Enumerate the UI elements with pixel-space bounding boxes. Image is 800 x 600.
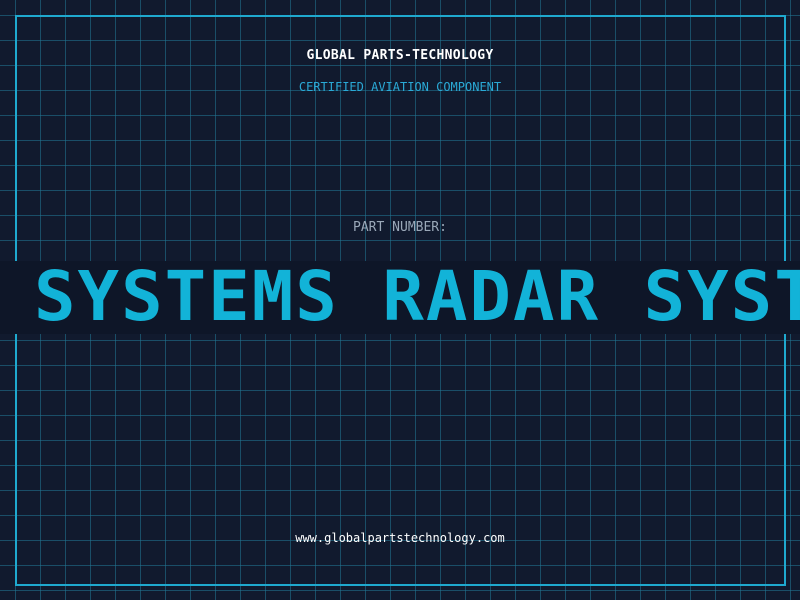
brand-subtitle: CERTIFIED AVIATION COMPONENT <box>298 80 502 94</box>
part-number-ticker: SYSTEMS RADAR SYSTEMS <box>0 261 800 334</box>
part-number-label: PART NUMBER: <box>353 220 447 235</box>
website-url[interactable]: www.globalpartstechnology.com <box>0 531 800 545</box>
brand-title: GLOBAL PARTS-TECHNOLOGY <box>306 48 494 63</box>
certificate-screen: GLOBAL PARTS-TECHNOLOGY CERTIFIED AVIATI… <box>0 0 800 600</box>
part-number-value: SYSTEMS RADAR SYSTEMS <box>34 261 800 334</box>
